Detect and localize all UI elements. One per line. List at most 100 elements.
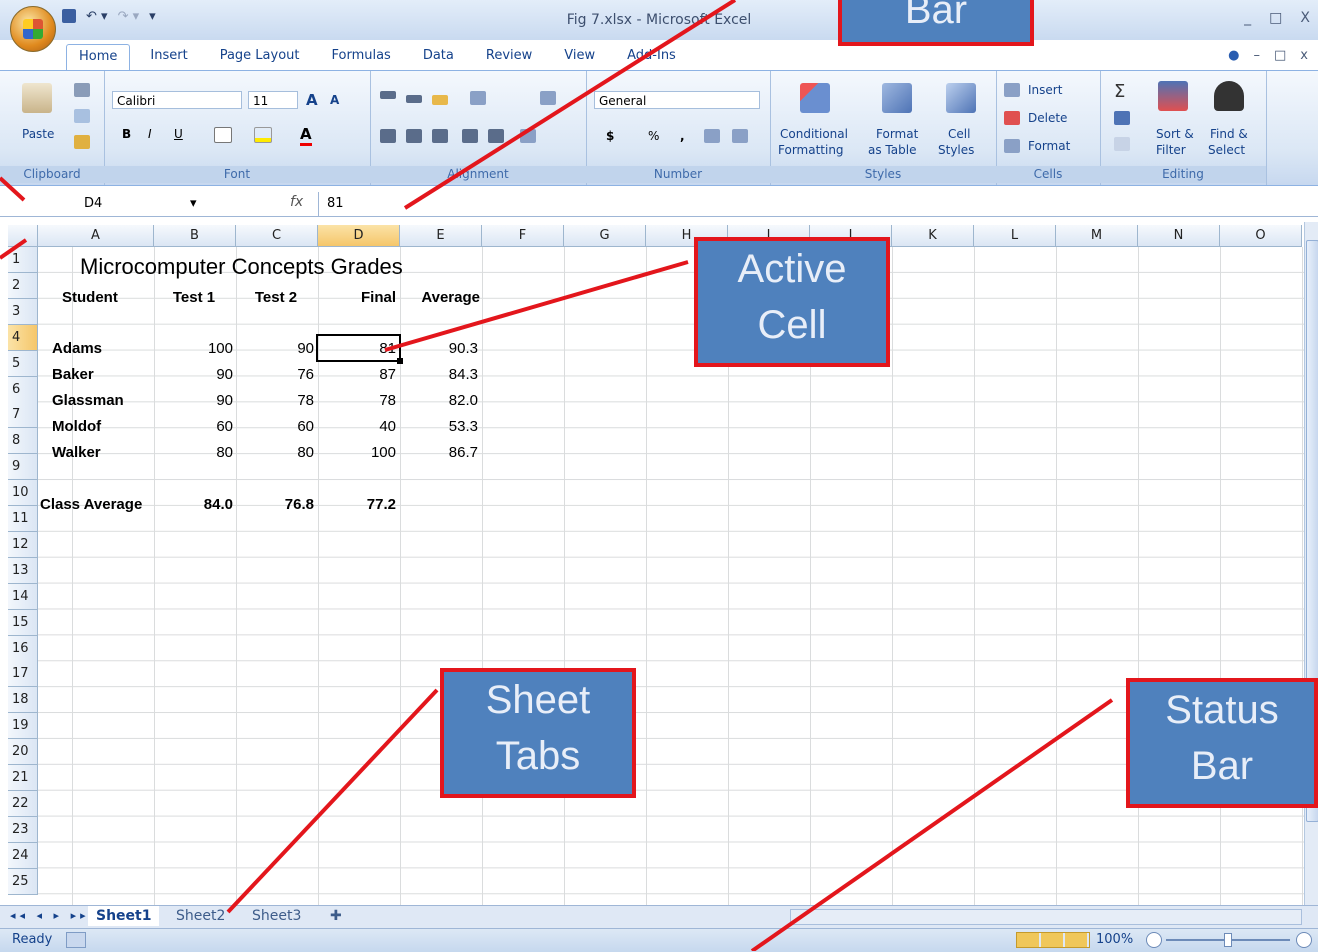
tab-page-layout[interactable]: Page Layout [208,44,312,70]
bold-button[interactable]: B [122,127,131,141]
sort-filter-button[interactable]: Sort & [1156,127,1194,141]
student-test2-cell[interactable]: 90 [236,336,314,362]
student-name-cell[interactable]: Walker [52,440,101,466]
student-test2-cell[interactable]: 80 [236,440,314,466]
shrink-font-button[interactable]: A [330,93,339,107]
row-header-2[interactable]: 2 [8,272,38,299]
increase-decimal-icon[interactable] [704,129,720,143]
find-select-icon[interactable] [1214,81,1244,111]
student-average-cell[interactable]: 84.3 [400,362,478,388]
column-header-n[interactable]: N [1138,225,1220,247]
font-size-select[interactable]: 11 [248,91,298,109]
decrease-decimal-icon[interactable] [732,129,748,143]
increase-indent-icon[interactable] [488,129,504,143]
row-header-10[interactable]: 10 [8,480,38,507]
sheet-navigation-arrows[interactable]: ◂◂ ◂ ▸ ▸▸ [10,909,90,922]
conditional-formatting-button[interactable]: Conditional [780,127,848,141]
borders-icon[interactable] [214,127,232,143]
horizontal-scrollbar[interactable] [790,909,1302,925]
row-header-5[interactable]: 5 [8,350,38,377]
header-average-cell[interactable]: Average [402,285,480,311]
name-box[interactable]: D4 ▾ [34,194,214,214]
wrap-text-icon[interactable] [540,91,556,105]
format-painter-icon[interactable] [74,135,90,149]
align-center-icon[interactable] [406,129,422,143]
insert-sheet-icon[interactable]: ✚ [322,906,350,926]
insert-function-button[interactable]: fx [290,194,303,210]
row-header-24[interactable]: 24 [8,842,38,869]
row-header-8[interactable]: 8 [8,428,38,455]
header-student-cell[interactable]: Student [62,285,118,311]
student-final-cell[interactable]: 87 [318,362,396,388]
row-header-7[interactable]: 7 [8,402,38,429]
find-select-button[interactable]: Find & [1210,127,1248,141]
decrease-indent-icon[interactable] [462,129,478,143]
fill-color-icon[interactable] [254,127,272,143]
student-final-cell[interactable]: 40 [318,414,396,440]
comma-button[interactable]: , [680,129,685,143]
row-header-12[interactable]: 12 [8,531,38,558]
format-as-table-button[interactable]: Format [876,127,918,141]
class-average-test1-cell[interactable]: 84.0 [155,492,233,518]
sort-filter-icon[interactable] [1158,81,1188,111]
sheet-title-cell[interactable]: Microcomputer Concepts Grades [80,254,403,280]
student-average-cell[interactable]: 86.7 [400,440,478,466]
insert-cells-icon[interactable] [1004,83,1020,97]
font-name-select[interactable]: Calibri [112,91,242,109]
align-left-icon[interactable] [380,129,396,143]
delete-cells-icon[interactable] [1004,111,1020,125]
row-header-18[interactable]: 18 [8,687,38,714]
paste-button[interactable]: Paste [22,127,54,141]
row-header-20[interactable]: 20 [8,739,38,766]
column-header-e[interactable]: E [400,225,482,247]
student-name-cell[interactable]: Moldof [52,414,101,440]
row-header-4[interactable]: 4 [8,324,38,351]
currency-button[interactable]: $ [606,129,614,143]
format-cells-icon[interactable] [1004,139,1020,153]
student-test2-cell[interactable]: 78 [236,388,314,414]
cut-icon[interactable] [74,83,90,97]
column-header-m[interactable]: M [1056,225,1138,247]
column-header-b[interactable]: B [154,225,236,247]
student-test2-cell[interactable]: 76 [236,362,314,388]
delete-cells-button[interactable]: Delete [1028,111,1067,125]
student-test2-cell[interactable]: 60 [236,414,314,440]
tab-data[interactable]: Data [411,44,466,70]
row-header-14[interactable]: 14 [8,583,38,610]
fill-icon[interactable] [1114,111,1130,125]
row-header-23[interactable]: 23 [8,816,38,843]
minimize-button[interactable]: _ [1244,10,1251,26]
tab-review[interactable]: Review [474,44,544,70]
view-buttons[interactable] [1016,932,1090,948]
student-test1-cell[interactable]: 90 [155,362,233,388]
student-test1-cell[interactable]: 90 [155,388,233,414]
student-final-cell[interactable]: 100 [318,440,396,466]
student-name-cell[interactable]: Adams [52,336,102,362]
class-average-test2-cell[interactable]: 76.8 [236,492,314,518]
sheet-tab-sheet1[interactable]: Sheet1 [88,906,160,926]
align-top-icon[interactable] [380,91,396,99]
zoom-in-icon[interactable] [1296,932,1312,948]
align-middle-icon[interactable] [406,95,422,103]
fill-handle[interactable] [397,358,403,364]
ribbon-restore-button[interactable]: □ [1274,48,1286,63]
maximize-button[interactable]: □ [1269,10,1282,26]
row-header-11[interactable]: 11 [8,506,38,532]
tab-add-ins[interactable]: Add-Ins [615,44,688,70]
column-header-o[interactable]: O [1220,225,1302,247]
orientation-icon[interactable] [470,91,486,105]
row-header-19[interactable]: 19 [8,713,38,740]
row-header-6[interactable]: 6 [8,376,38,403]
zoom-level[interactable]: 100% [1096,932,1133,947]
student-test1-cell[interactable]: 80 [155,440,233,466]
column-header-c[interactable]: C [236,225,318,247]
clear-icon[interactable] [1114,137,1130,151]
student-test1-cell[interactable]: 100 [155,336,233,362]
row-header-16[interactable]: 16 [8,635,38,662]
row-header-9[interactable]: 9 [8,454,38,481]
active-cell-border[interactable] [316,334,401,362]
row-header-15[interactable]: 15 [8,609,38,636]
close-button[interactable]: X [1300,10,1310,26]
row-header-3[interactable]: 3 [8,298,38,325]
ribbon-close-button[interactable]: x [1300,48,1308,63]
